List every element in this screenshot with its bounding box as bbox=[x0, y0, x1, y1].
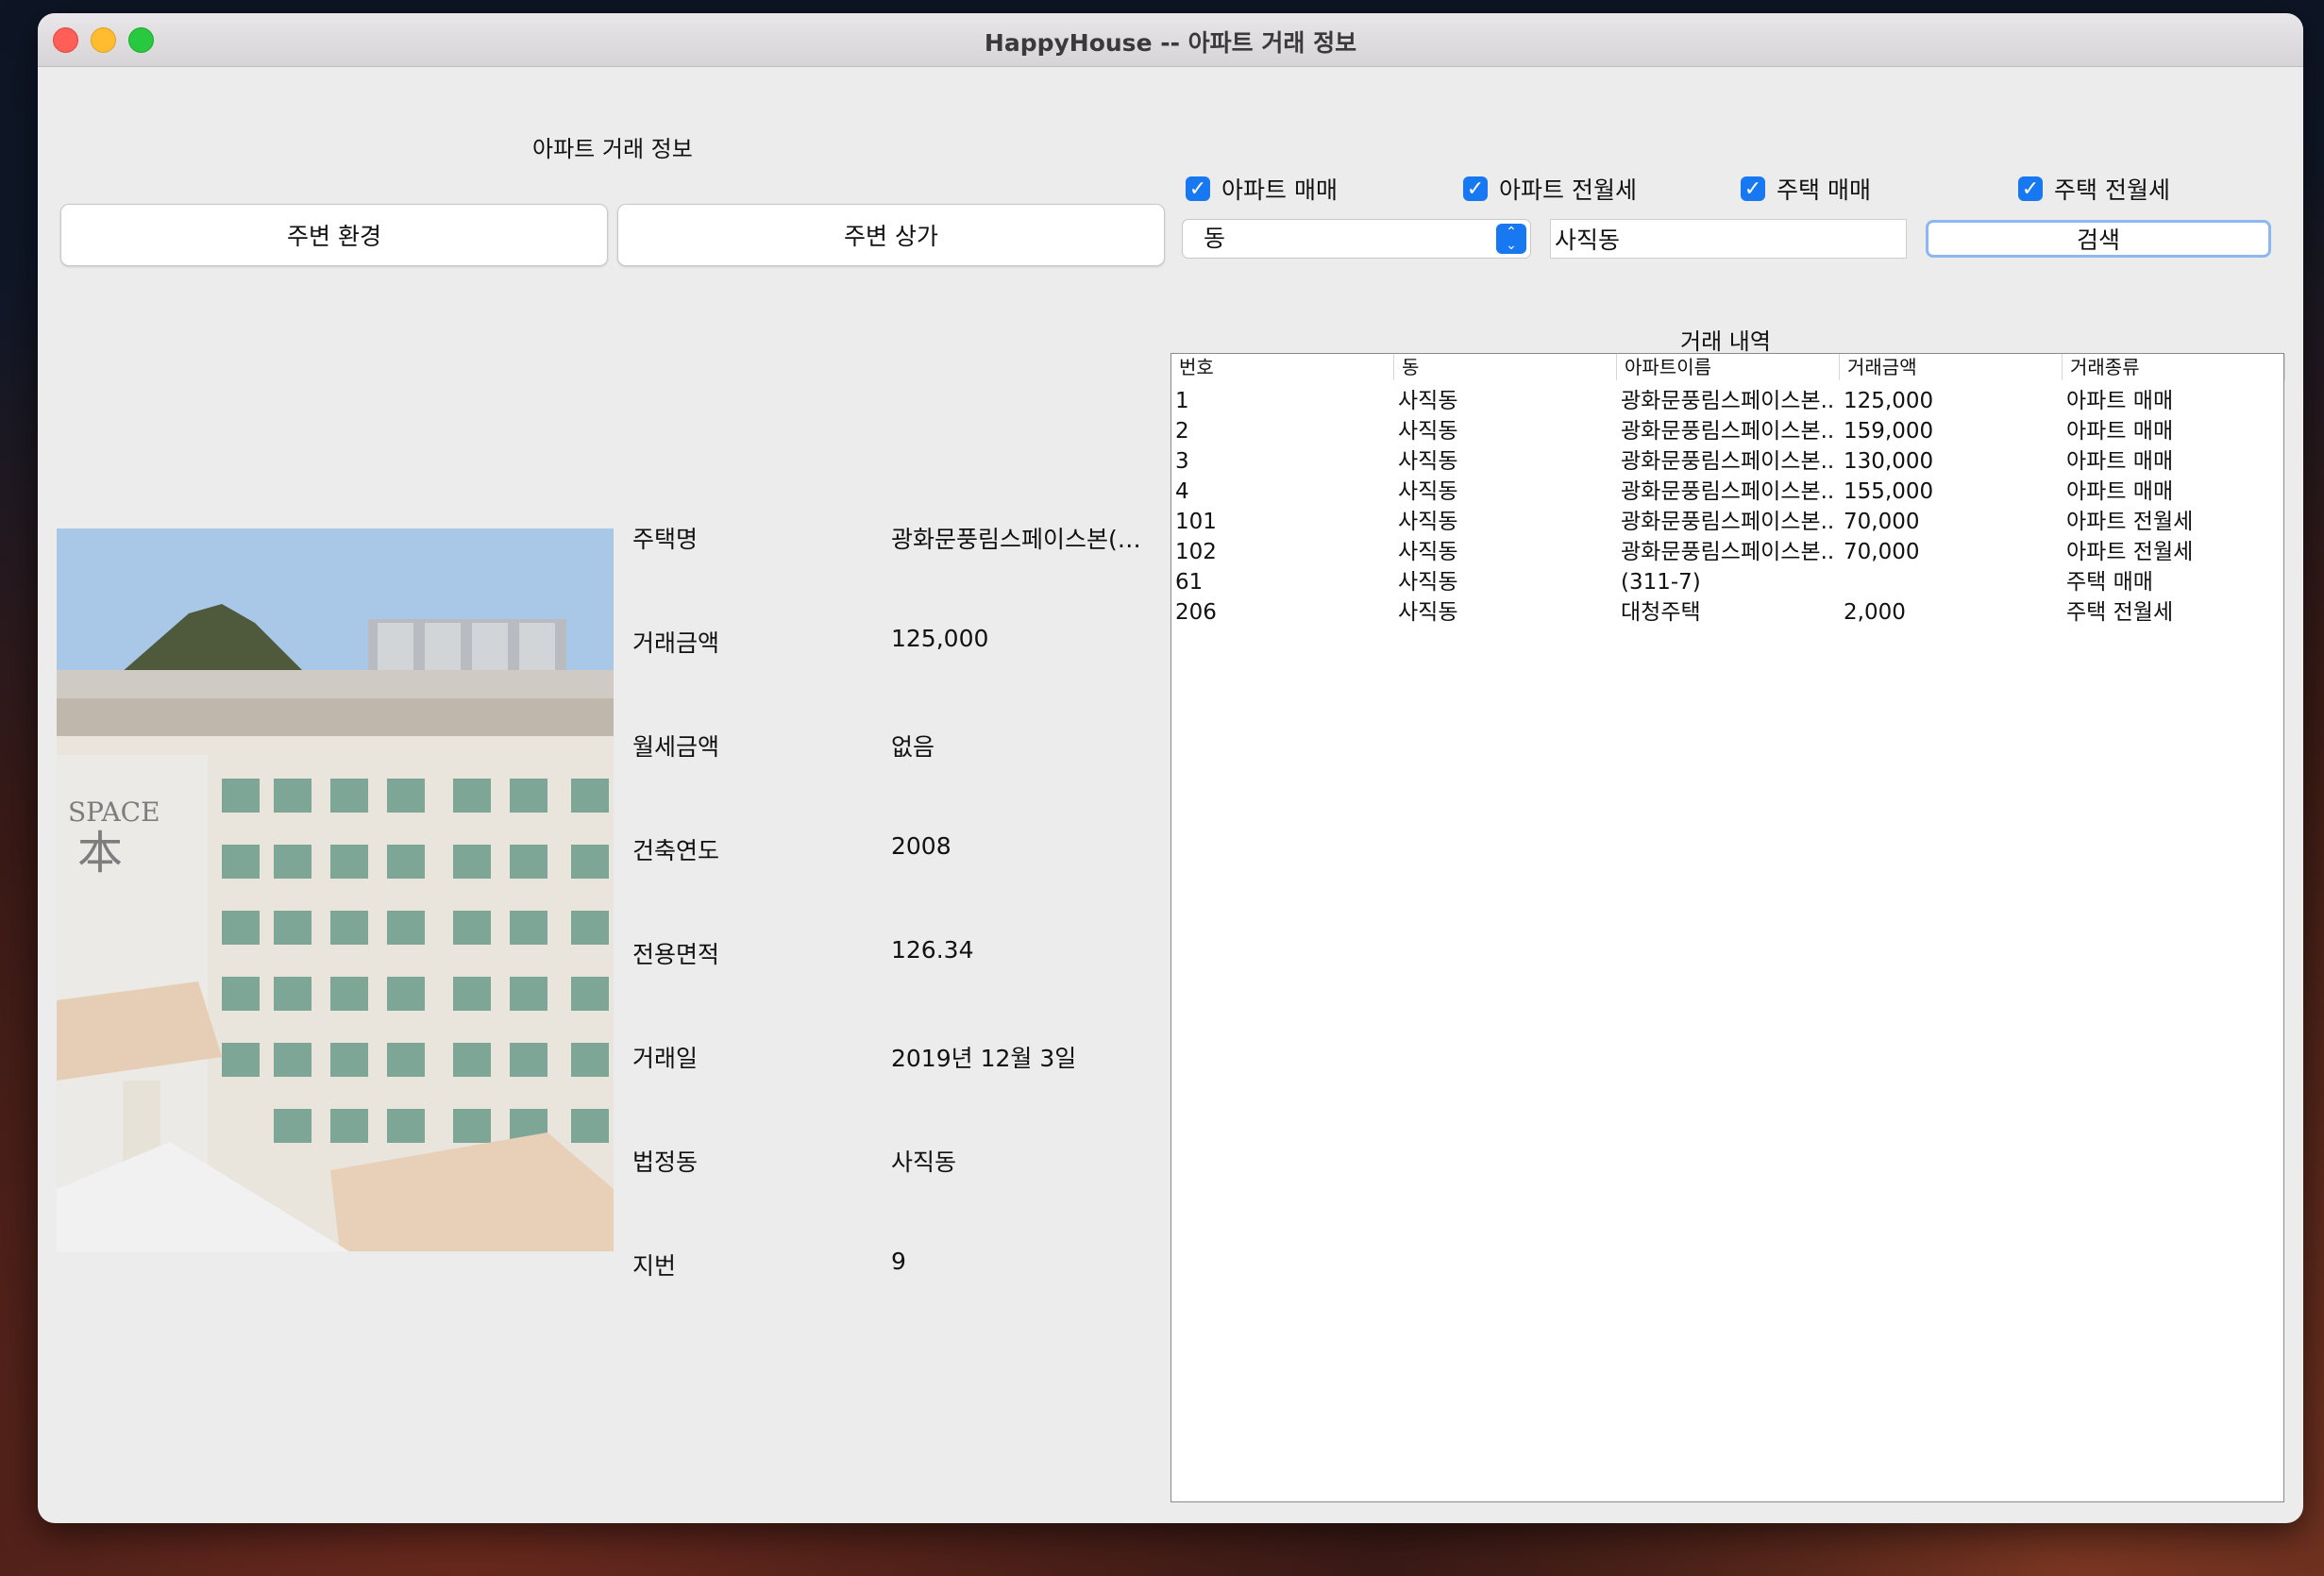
search-type-select[interactable]: 동 ⌃ ⌄ bbox=[1182, 219, 1531, 259]
table-cell: 사직동 bbox=[1398, 389, 1458, 413]
table-cell: 130,000 bbox=[1844, 449, 1934, 474]
table-row[interactable]: 206 사직동 대청주택 2,000 주택 전월세 bbox=[1171, 597, 2283, 628]
table-cell: 102 bbox=[1175, 540, 1217, 564]
checkbox-label: 주택 매매 bbox=[1777, 176, 1871, 204]
table-cell: 주택 매매 bbox=[2066, 570, 2153, 595]
table-cell: 광화문풍림스페이스본... bbox=[1621, 449, 1836, 474]
table-header: 번호 동 아파트이름 거래금액 거래종류 bbox=[1171, 354, 2285, 382]
table-cell: 61 bbox=[1175, 570, 1204, 595]
nearby-environment-button[interactable]: 주변 환경 bbox=[60, 204, 608, 266]
select-value: 동 bbox=[1204, 225, 1226, 252]
checkbox-house-sale[interactable]: ✓ 주택 매매 bbox=[1741, 172, 1871, 206]
table-cell: 사직동 bbox=[1398, 570, 1458, 595]
detail-label-price: 거래금액 bbox=[632, 629, 720, 657]
table-row[interactable]: 4 사직동 광화문풍림스페이스본... 155,000 아파트 매매 bbox=[1171, 477, 2283, 507]
checkmark-icon: ✓ bbox=[1186, 176, 1210, 201]
window-title: HappyHouse -- 아파트 거래 정보 bbox=[984, 29, 1357, 57]
checkmark-icon: ✓ bbox=[1463, 176, 1488, 201]
table-cell: 70,000 bbox=[1844, 540, 1920, 564]
table-cell: 아파트 매매 bbox=[2066, 449, 2174, 474]
table-cell: 155,000 bbox=[1844, 479, 1934, 504]
checkmark-icon: ✓ bbox=[1741, 176, 1765, 201]
table-cell: 광화문풍림스페이스본... bbox=[1621, 540, 1836, 564]
table-cell: 159,000 bbox=[1844, 419, 1934, 444]
column-header-apt-name[interactable]: 아파트이름 bbox=[1617, 354, 1840, 380]
table-cell: 광화문풍림스페이스본... bbox=[1621, 479, 1836, 504]
column-header-price[interactable]: 거래금액 bbox=[1840, 354, 2063, 380]
column-header-number[interactable]: 번호 bbox=[1171, 354, 1394, 380]
search-input[interactable] bbox=[1550, 219, 1907, 259]
detail-value-year: 2008 bbox=[891, 832, 951, 860]
detail-value-lot: 9 bbox=[891, 1248, 906, 1275]
checkbox-apt-sale[interactable]: ✓ 아파트 매매 bbox=[1186, 172, 1338, 206]
table-cell: 사직동 bbox=[1398, 479, 1458, 504]
transaction-table[interactable]: 번호 동 아파트이름 거래금액 거래종류 1 사직동 광화문풍림스페이스본... 1… bbox=[1170, 353, 2285, 1502]
table-cell: 2 bbox=[1175, 419, 1189, 444]
table-cell: 사직동 bbox=[1398, 419, 1458, 444]
table-row[interactable]: 2 사직동 광화문풍림스페이스본... 159,000 아파트 매매 bbox=[1171, 416, 2283, 446]
table-cell: 광화문풍림스페이스본... bbox=[1621, 510, 1836, 534]
detail-label-dong: 법정동 bbox=[632, 1148, 699, 1176]
table-title: 거래 내역 bbox=[1680, 328, 1771, 355]
table-cell: (311-7) bbox=[1621, 570, 1701, 595]
table-cell: 101 bbox=[1175, 510, 1217, 534]
table-row[interactable]: 102 사직동 광화문풍림스페이스본... 70,000 아파트 전월세 bbox=[1171, 537, 2283, 567]
checkbox-label: 아파트 전월세 bbox=[1499, 176, 1637, 204]
table-cell: 주택 전월세 bbox=[2066, 600, 2174, 625]
table-cell: 1 bbox=[1175, 389, 1189, 413]
section-title: 아파트 거래 정보 bbox=[532, 136, 693, 162]
table-cell: 아파트 전월세 bbox=[2066, 510, 2194, 534]
table-cell: 광화문풍림스페이스본... bbox=[1621, 389, 1836, 413]
table-cell: 대청주택 bbox=[1621, 600, 1701, 625]
building-illustration: SPACE 本 bbox=[57, 528, 614, 1251]
table-cell: 아파트 매매 bbox=[2066, 389, 2174, 413]
checkbox-label: 아파트 매매 bbox=[1221, 176, 1338, 204]
detail-value-dong: 사직동 bbox=[891, 1148, 957, 1176]
table-row[interactable]: 61 사직동 (311-7) 주택 매매 bbox=[1171, 567, 2283, 597]
search-button[interactable]: 검색 bbox=[1926, 220, 2271, 258]
table-cell: 아파트 매매 bbox=[2066, 419, 2174, 444]
column-header-type[interactable]: 거래종류 bbox=[2063, 354, 2285, 380]
detail-label-lot: 지번 bbox=[632, 1252, 677, 1280]
detail-label-year: 건축연도 bbox=[632, 837, 720, 864]
detail-value-rent: 없음 bbox=[891, 733, 935, 761]
table-cell: 사직동 bbox=[1398, 540, 1458, 564]
detail-value-date: 2019년 12월 3일 bbox=[891, 1045, 1077, 1072]
table-cell: 사직동 bbox=[1398, 600, 1458, 625]
checkbox-apt-rent[interactable]: ✓ 아파트 전월세 bbox=[1463, 172, 1637, 206]
detail-label-rent: 월세금액 bbox=[632, 733, 720, 761]
detail-value-area: 126.34 bbox=[891, 936, 974, 964]
table-cell: 3 bbox=[1175, 449, 1189, 474]
chevron-up-down-icon: ⌃ ⌄ bbox=[1496, 224, 1526, 254]
table-cell: 사직동 bbox=[1398, 510, 1458, 534]
table-cell: 광화문풍림스페이스본... bbox=[1621, 419, 1836, 444]
detail-label-name: 주택명 bbox=[632, 526, 699, 553]
table-row[interactable]: 101 사직동 광화문풍림스페이스본... 70,000 아파트 전월세 bbox=[1171, 507, 2283, 537]
checkmark-icon: ✓ bbox=[2018, 176, 2043, 201]
title-bar: HappyHouse -- 아파트 거래 정보 bbox=[38, 13, 2303, 67]
checkbox-house-rent[interactable]: ✓ 주택 전월세 bbox=[2018, 172, 2170, 206]
svg-text:SPACE: SPACE bbox=[68, 796, 160, 828]
table-cell: 아파트 전월세 bbox=[2066, 540, 2194, 564]
checkbox-label: 주택 전월세 bbox=[2054, 176, 2170, 204]
detail-label-area: 전용면적 bbox=[632, 941, 720, 968]
nearby-shops-button[interactable]: 주변 상가 bbox=[617, 204, 1165, 266]
detail-value-price: 125,000 bbox=[891, 625, 989, 652]
table-cell: 2,000 bbox=[1844, 600, 1906, 625]
table-row[interactable]: 1 사직동 광화문풍림스페이스본... 125,000 아파트 매매 bbox=[1171, 386, 2283, 416]
app-window: HappyHouse -- 아파트 거래 정보 아파트 거래 정보 주변 환경 … bbox=[38, 13, 2303, 1523]
svg-text:本: 本 bbox=[77, 827, 123, 880]
detail-value-name: 광화문풍림스페이스본(1... bbox=[891, 526, 1146, 553]
table-cell: 206 bbox=[1175, 600, 1217, 625]
apartment-photo: SPACE 本 bbox=[57, 528, 614, 1251]
table-cell: 125,000 bbox=[1844, 389, 1934, 413]
table-cell: 아파트 매매 bbox=[2066, 479, 2174, 504]
table-cell: 4 bbox=[1175, 479, 1189, 504]
table-row[interactable]: 3 사직동 광화문풍림스페이스본... 130,000 아파트 매매 bbox=[1171, 446, 2283, 477]
column-header-dong[interactable]: 동 bbox=[1394, 354, 1617, 380]
table-cell: 70,000 bbox=[1844, 510, 1920, 534]
table-cell: 사직동 bbox=[1398, 449, 1458, 474]
detail-label-date: 거래일 bbox=[632, 1045, 699, 1072]
